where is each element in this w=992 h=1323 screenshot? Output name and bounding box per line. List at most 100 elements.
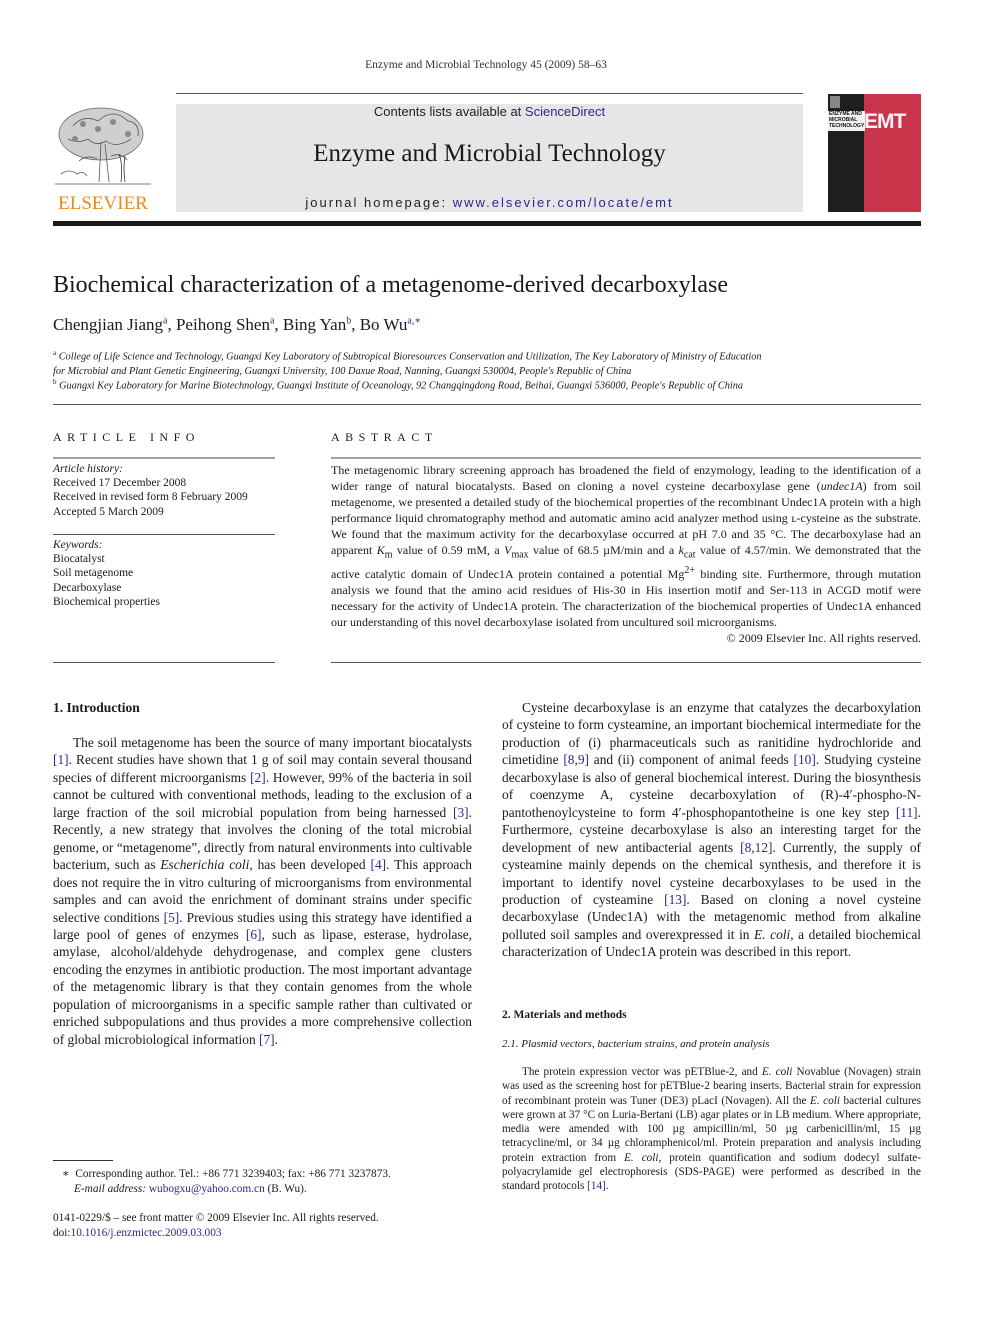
citation-link[interactable]: [2] <box>250 770 266 785</box>
keywords-label: Keywords: <box>53 539 103 551</box>
citation-link[interactable]: [5] <box>164 910 180 925</box>
affil-text: College of Life Science and Technology, … <box>58 351 762 363</box>
running-head: Enzyme and Microbial Technology 45 (2009… <box>365 59 607 71</box>
contents-prefix: Contents lists available at <box>373 104 525 119</box>
history-revised: Received in revised form 8 February 2009 <box>53 491 248 504</box>
vmax-subscript: max <box>511 549 529 561</box>
kcat-subscript: cat <box>683 549 696 561</box>
body-text: , such as lipase, esterase, hydrolase, a… <box>53 926 473 1047</box>
cover-emblem-icon <box>830 96 840 108</box>
citation-link[interactable]: [3] <box>453 805 469 820</box>
cover-band-text: ENZYME AND MICROBIAL TECHNOLOGY <box>828 111 865 131</box>
citation-link[interactable]: [7] <box>259 1032 275 1047</box>
body-text: . <box>274 1031 279 1047</box>
body-text: The soil metagenome has been the source … <box>73 735 472 750</box>
journal-title: Enzyme and Microbial Technology <box>313 140 666 167</box>
homepage-link[interactable]: www.elsevier.com/locate/emt <box>453 195 674 210</box>
citation-link[interactable]: [4] <box>371 857 387 872</box>
article-info-bottom-rule <box>53 662 275 663</box>
article-history: Article history: Received 17 December 20… <box>53 462 275 519</box>
sciencedirect-link[interactable]: ScienceDirect <box>525 104 605 119</box>
methods-body: The protein expression vector was pETBlu… <box>502 1065 921 1194</box>
corresponding-author-footnote: ∗ Corresponding author. Tel.: +86 771 32… <box>62 1167 482 1197</box>
citation-link[interactable]: [14] <box>587 1180 606 1192</box>
history-received: Received 17 December 2008 <box>53 477 187 490</box>
masthead-rule <box>53 221 921 226</box>
affil-marker: a <box>53 349 57 357</box>
body-text: and (ii) component of animal feeds <box>588 752 794 768</box>
citation-link[interactable]: [8,12] <box>740 840 772 855</box>
km-symbol: K <box>376 543 385 557</box>
article-title: Biochemical characterization of a metage… <box>53 272 728 298</box>
abstract-heading: ABSTRACT <box>331 430 438 444</box>
abstract-body: The metagenomic library screening approa… <box>331 462 921 646</box>
author-name: Peihong Shen <box>175 315 270 334</box>
right-column-body: Cysteine decarboxylase is an enzyme that… <box>502 699 921 961</box>
citation-link[interactable]: [10] <box>794 752 816 767</box>
article-info-heading: ARTICLE INFO <box>53 430 200 444</box>
doi-link[interactable]: 10.1016/j.enzmictec.2009.03.003 <box>71 1227 222 1239</box>
author-list: Chengjian Jianga, Peihong Shena, Bing Ya… <box>53 315 422 334</box>
intro-paragraph: Cysteine decarboxylase is an enzyme that… <box>502 699 921 961</box>
species-name: Escherichia coli <box>160 857 250 873</box>
front-matter: 0141-0229/$ – see front matter © 2009 El… <box>53 1211 473 1241</box>
body-text: The protein expression vector was pETBlu… <box>522 1066 762 1078</box>
abstract-copyright: © 2009 Elsevier Inc. All rights reserved… <box>726 631 921 646</box>
section-heading-introduction: 1. Introduction <box>53 700 140 715</box>
header-rule <box>176 93 803 94</box>
citation-link[interactable]: [8,9] <box>563 752 589 767</box>
introduction-body: The soil metagenome has been the source … <box>53 734 472 1048</box>
citation-link[interactable]: [13] <box>664 892 686 907</box>
keywords-rule <box>53 534 275 535</box>
author-affil-link[interactable]: a,∗ <box>407 315 421 326</box>
citation-link[interactable]: [11] <box>896 805 918 820</box>
author-affil-link[interactable]: a <box>270 315 274 326</box>
author-name: Chengjian Jiang <box>53 315 164 334</box>
title-block-rule <box>53 404 921 405</box>
citation-link[interactable]: [6] <box>246 927 262 942</box>
author-name: Bing Yan <box>282 315 347 334</box>
abstract-text: value of 0.59 mM, a <box>392 543 505 557</box>
journal-banner: Contents lists available at ScienceDirec… <box>176 104 803 212</box>
abstract-text: value of 68.5 µM/min and a <box>528 543 679 557</box>
issn-line: 0141-0229/$ – see front matter © 2009 El… <box>53 1212 379 1224</box>
journal-homepage: journal homepage: www.elsevier.com/locat… <box>176 195 803 210</box>
footnote-marker: ∗ <box>62 1168 70 1180</box>
email-link[interactable]: wubogxu@yahoo.com.cn <box>149 1183 265 1195</box>
footnote-rule <box>53 1160 113 1161</box>
affil-marker: b <box>53 378 57 386</box>
affiliation-b: b Guangxi Key Laboratory for Marine Biot… <box>53 375 923 394</box>
keyword: Decarboxylase <box>53 581 122 594</box>
mg-superscript: 2+ <box>684 565 695 577</box>
affil-text: Guangxi Key Laboratory for Marine Biotec… <box>59 380 744 392</box>
contents-line: Contents lists available at ScienceDirec… <box>176 104 803 119</box>
citation-link[interactable]: [1] <box>53 752 69 767</box>
email-label: E-mail address: <box>74 1183 149 1195</box>
author-name: Bo Wu <box>359 315 408 334</box>
author-affil-link[interactable]: b <box>346 315 351 326</box>
keyword: Biocatalyst <box>53 553 105 566</box>
homepage-prefix: journal homepage: <box>305 195 453 210</box>
keyword: Biochemical properties <box>53 595 160 608</box>
species-name: E. coli <box>624 1151 659 1164</box>
keyword: Soil metagenome <box>53 567 134 580</box>
methods-paragraph: The protein expression vector was pETBlu… <box>502 1065 921 1194</box>
abstract-rule <box>331 457 921 459</box>
species-name: E. coli <box>761 1066 793 1078</box>
intro-paragraph: The soil metagenome has been the source … <box>53 734 472 1048</box>
doi-label: doi: <box>53 1227 71 1239</box>
abstract-bottom-rule <box>331 662 921 663</box>
email-suffix: (B. Wu). <box>264 1183 307 1195</box>
species-name: E. coli <box>754 926 791 942</box>
elsevier-wordmark: ELSEVIER <box>58 193 148 214</box>
corresponding-author-text: Corresponding author. Tel.: +86 771 3239… <box>75 1168 391 1180</box>
keywords-block: Keywords: Biocatalyst Soil metagenome De… <box>53 538 275 609</box>
body-text: . <box>605 1180 609 1193</box>
history-label: Article history: <box>53 463 123 475</box>
article-info-rule <box>53 457 275 459</box>
cover-acronym: EMT <box>864 110 906 133</box>
section-heading-methods: 2. Materials and methods <box>502 1009 627 1021</box>
gene-name: undec1A <box>820 479 863 493</box>
author-affil-link[interactable]: a <box>163 315 167 326</box>
body-text: , has been developed <box>249 857 371 873</box>
